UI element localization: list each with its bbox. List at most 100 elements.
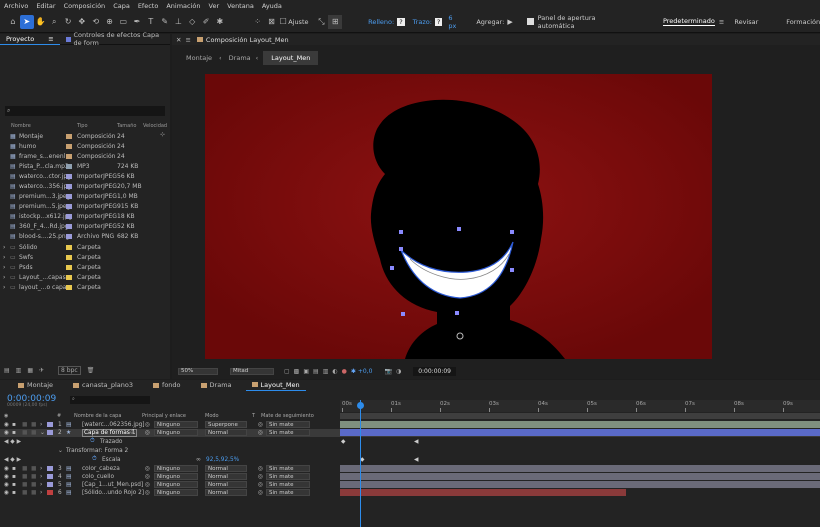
audio-icon[interactable]: ▪ (12, 474, 16, 480)
mode-select[interactable]: Normal (205, 429, 247, 436)
timeline-search[interactable]: ⌕ (70, 396, 150, 404)
label-swatch[interactable] (66, 194, 72, 200)
pickwhip-icon[interactable]: ◎ (145, 482, 150, 488)
matte-select[interactable]: Sin mate (266, 481, 310, 488)
workspace-predeterminado[interactable]: Predeterminado (662, 17, 715, 26)
menu-item-7[interactable]: Ventana (227, 2, 254, 10)
visibility-icon[interactable]: ◉ (4, 430, 9, 436)
solo-icon[interactable]: ■ (22, 474, 27, 480)
workspace-menu-icon[interactable]: ≡ (719, 18, 724, 26)
stopwatch-icon[interactable]: ⏱ (90, 438, 95, 445)
layer-label-swatch[interactable] (47, 466, 53, 471)
solo-icon[interactable]: ■ (22, 422, 27, 428)
new-comp-icon[interactable]: ▦ (27, 367, 33, 374)
chevron-right-icon[interactable]: › (3, 284, 5, 291)
quality-select[interactable]: Mitad (230, 367, 274, 375)
mode-select[interactable]: Normal (205, 473, 247, 480)
tab-menu-icon[interactable]: ≡ (48, 35, 53, 43)
matte-select[interactable]: Sin mate (266, 429, 310, 436)
tab-controles-efectos[interactable]: Controles de efectos Capa de form (60, 31, 170, 47)
layer-label-swatch[interactable] (47, 482, 53, 487)
lock-icon[interactable]: ■ (31, 474, 36, 480)
audio-icon[interactable]: ▪ (12, 466, 16, 472)
camera-icon[interactable]: 📷 (384, 368, 391, 375)
layer-label-swatch[interactable] (47, 422, 53, 427)
tab-menu-icon[interactable]: ≡ (185, 36, 190, 44)
label-swatch[interactable] (66, 274, 72, 280)
project-item[interactable]: ▦ humo Composición 24 (0, 141, 170, 151)
close-icon[interactable]: ✕ (176, 36, 181, 44)
keyframe-icon[interactable]: ◆ (341, 439, 345, 445)
chevron-right-icon[interactable]: › (3, 254, 5, 261)
rotate-tool-icon[interactable]: ⟲ (89, 15, 103, 29)
chevron-right-icon[interactable]: › (40, 466, 42, 472)
show-snapshot-icon[interactable]: ◑ (396, 368, 401, 375)
ajuste-checkbox[interactable]: ☐ (278, 15, 288, 29)
group-row[interactable]: ⌄ Transformar: Forma 2 (0, 447, 820, 455)
project-item[interactable]: ▦ frame_s...enenl Composición 24 (0, 151, 170, 161)
layer-row[interactable]: ◉ ▪ ■ ■ › 6 ▤ [Sólido...undo Rojo 2] ◎ Ninguno Nor… (0, 489, 820, 497)
project-item[interactable]: ▤ premium...5.jpeg ImporterJPEG 915 KB (0, 202, 170, 212)
keyframe-nav-icon[interactable]: ◀ ◆ ▶ (4, 457, 21, 463)
pickwhip-icon[interactable]: ◎ (145, 422, 150, 428)
menu-item-2[interactable]: Composición (64, 2, 106, 10)
layer-duration-bar[interactable] (340, 465, 820, 472)
chevron-down-icon[interactable]: ⌄ (58, 448, 63, 454)
trazo-value[interactable]: ? (434, 17, 443, 26)
solo-icon[interactable]: ■ (22, 466, 27, 472)
track-matte-icon[interactable]: ◎ (258, 466, 263, 472)
keyframe-icon[interactable]: ◀ (414, 457, 418, 463)
parent-select[interactable]: Ninguno (154, 429, 198, 436)
pickwhip-icon[interactable]: ◎ (145, 490, 150, 496)
matte-select[interactable]: Sin mate (266, 421, 310, 428)
layer-row[interactable]: ◉ ▪ ■ ■ › 4 ▤ colo_cuello ◎ Ninguno Normal ◎ Sin mat… (0, 473, 820, 481)
label-swatch[interactable] (66, 224, 72, 230)
orbit-tool-icon[interactable]: ↻ (61, 15, 75, 29)
project-item[interactable]: ▤ 360_F_4...Rd.jpg ImporterJPEG 52 KB (0, 222, 170, 232)
workspace-revisar[interactable]: Revisar (734, 18, 758, 26)
layer-label-swatch[interactable] (47, 490, 53, 495)
label-swatch[interactable] (66, 173, 72, 179)
selection-tool-icon[interactable]: ➤ (19, 14, 34, 29)
track-matte-icon[interactable]: ◎ (258, 490, 263, 496)
timeline-tab[interactable]: Layout_Men (245, 380, 306, 391)
link-icon[interactable]: ∞ (196, 457, 201, 463)
label-swatch[interactable] (66, 163, 72, 169)
comp-tab-title[interactable]: Composición Layout_Men (206, 36, 289, 44)
bpc-label[interactable]: 8 bpc (58, 365, 81, 375)
project-item[interactable]: ▤ blood-s....25.png Archivo PNG 682 KB (0, 232, 170, 242)
comp-timecode[interactable]: 0:00:00:09 (413, 366, 456, 376)
track-matte-icon[interactable]: ◎ (258, 422, 263, 428)
mode-select[interactable]: Superpone (205, 421, 247, 428)
mask-icon[interactable]: ▣ (303, 368, 309, 375)
lock-icon[interactable]: ■ (31, 430, 36, 436)
solo-icon[interactable]: ■ (22, 490, 27, 496)
zoom-select[interactable]: 50% (178, 367, 218, 375)
layer-duration-bar[interactable] (340, 421, 820, 428)
visibility-icon[interactable]: ◉ (4, 422, 9, 428)
parent-select[interactable]: Ninguno (154, 489, 198, 496)
visibility-icon[interactable]: ◉ (4, 490, 9, 496)
label-swatch[interactable] (66, 153, 72, 159)
breadcrumb-layout-men[interactable]: Layout_Men (263, 50, 319, 65)
roto-brush-tool-icon[interactable]: ✐ (199, 15, 213, 29)
zoom-tool-icon[interactable]: ⌕ (47, 15, 61, 29)
panel-checkbox[interactable] (526, 18, 534, 25)
layer-name[interactable]: [Cap_1...ut_Men.psd] (82, 482, 143, 488)
menu-item-1[interactable]: Editar (36, 2, 55, 10)
project-item[interactable]: ▤ waterco...356.jpg ImporterJPEG 20,7 MB (0, 181, 170, 191)
interpret-icon[interactable]: ▤ (4, 367, 10, 374)
label-swatch[interactable] (66, 204, 72, 210)
transparency-icon[interactable]: ▩ (294, 368, 300, 375)
mode-select[interactable]: Normal (205, 481, 247, 488)
exposure-icon[interactable]: ✱ (351, 368, 356, 375)
track-matte-icon[interactable]: ◎ (258, 474, 263, 480)
audio-icon[interactable]: ▪ (12, 490, 16, 496)
align-icon[interactable]: ⁘ (251, 15, 265, 29)
project-item[interactable]: ▤ Pista_P...cla.mp3 MP3 724 KB (0, 161, 170, 171)
work-area-bar[interactable] (340, 413, 820, 419)
project-item[interactable]: › ▭ Sólido Carpeta (0, 242, 170, 252)
matte-select[interactable]: Sin mate (266, 465, 310, 472)
parent-select[interactable]: Ninguno (154, 421, 198, 428)
workspace-formacion[interactable]: Formación (786, 18, 820, 26)
